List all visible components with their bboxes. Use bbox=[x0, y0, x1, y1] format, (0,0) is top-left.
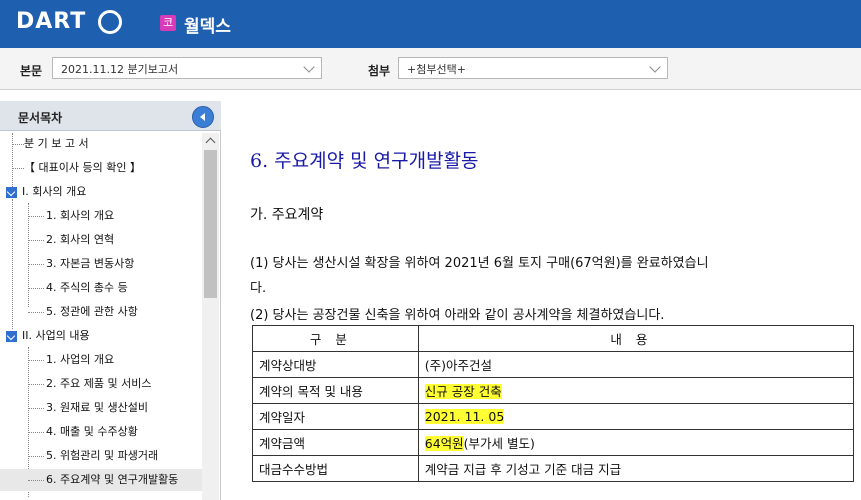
app-header: DART 코 월덱스 bbox=[0, 0, 861, 48]
collapse-sidebar-button[interactable] bbox=[192, 106, 214, 128]
toc-item-label: 1. 사업의 개요 bbox=[46, 353, 115, 366]
toc-sidebar: 문서목차 분 기 보 고 서 【 대표이사 등의 확인 】 I. 회사의 개요 … bbox=[0, 101, 221, 500]
toc-item-company-overview-section[interactable]: I. 회사의 개요 bbox=[0, 181, 202, 203]
scroll-up-arrow-icon[interactable] bbox=[202, 133, 219, 149]
toc-item-label: I. 회사의 개요 bbox=[22, 185, 87, 198]
toc-item-label: 4. 매출 및 수주상황 bbox=[46, 425, 138, 438]
toc-item-products-services[interactable]: 2. 주요 제품 및 서비스 bbox=[0, 373, 202, 395]
table-cell-label: 대금수수방법 bbox=[252, 455, 419, 482]
table-cell-value: 2021. 11. 05 bbox=[417, 403, 855, 430]
paragraph-1-line-1: (1) 당사는 생산시설 확장을 위하여 2021년 6월 토지 구매(67억원… bbox=[250, 256, 709, 271]
highlighted-text: 64억원 bbox=[424, 436, 464, 451]
toc-item-sales-orders[interactable]: 4. 매출 및 수주상황 bbox=[0, 421, 202, 443]
toc-item-label: 분 기 보 고 서 bbox=[24, 137, 89, 150]
table-cell-label: 계약금액 bbox=[252, 429, 419, 456]
toc-item-label: 6. 주요계약 및 연구개발활동 bbox=[46, 473, 179, 486]
chevron-left-icon bbox=[200, 113, 205, 121]
paragraph-2: (2) 당사는 공장건물 신축을 위하여 아래와 같이 공사계약을 체결하였습니… bbox=[250, 308, 665, 323]
table-row: 대금수수방법 계약금 지급 후 기성고 기준 대금 지급 bbox=[252, 455, 855, 482]
table-header-category: 구분 bbox=[252, 325, 419, 352]
table-cell-label: 계약일자 bbox=[252, 403, 419, 430]
dart-logo[interactable]: DART bbox=[16, 9, 86, 34]
highlighted-text: 2021. 11. 05 bbox=[424, 409, 505, 424]
toc-item-label: 【 대표이사 등의 확인 】 bbox=[24, 161, 141, 174]
toc-item-major-contracts-rnd[interactable]: 6. 주요계약 및 연구개발활동 bbox=[0, 469, 202, 491]
toc-item-label: 1. 회사의 개요 bbox=[46, 209, 115, 222]
expand-toggle-icon[interactable] bbox=[6, 187, 17, 198]
toc-item-total-shares[interactable]: 4. 주식의 총수 등 bbox=[0, 277, 202, 299]
toc-item-label: 3. 자본금 변동사항 bbox=[46, 257, 135, 270]
chevron-down-icon bbox=[649, 61, 661, 73]
table-cell-label: 계약의 목적 및 내용 bbox=[252, 377, 419, 404]
toc-item-ceo-confirmation[interactable]: 【 대표이사 등의 확인 】 bbox=[0, 157, 202, 179]
toc-item-business-section[interactable]: II. 사업의 내용 bbox=[0, 325, 202, 347]
toc-item-business-overview[interactable]: 1. 사업의 개요 bbox=[0, 349, 202, 371]
plain-text: (부가세 별도) bbox=[463, 436, 535, 451]
dart-logo-mark bbox=[98, 10, 122, 34]
table-header-content: 내용 bbox=[417, 325, 855, 352]
chevron-down-icon bbox=[303, 61, 315, 73]
toc-tree: 분 기 보 고 서 【 대표이사 등의 확인 】 I. 회사의 개요 1. 회사… bbox=[0, 133, 202, 500]
toc-scrollbar[interactable] bbox=[202, 133, 219, 500]
toc-item-label: 3. 원재료 및 생산설비 bbox=[46, 401, 148, 414]
toc-item-label: 2. 주요 제품 및 서비스 bbox=[46, 377, 152, 390]
attachment-label: 첨부 bbox=[368, 64, 391, 78]
table-cell-value: (주)아주건설 bbox=[417, 351, 855, 378]
toc-item-label: 5. 위험관리 및 파생거래 bbox=[46, 449, 159, 462]
table-row: 계약의 목적 및 내용 신규 공장 건축 bbox=[252, 377, 855, 404]
toc-item-label: II. 사업의 내용 bbox=[22, 329, 90, 342]
toc-item-risk-derivatives[interactable]: 5. 위험관리 및 파생거래 bbox=[0, 445, 202, 467]
table-cell-value: 계약금 지급 후 기성고 기준 대금 지급 bbox=[417, 455, 855, 482]
toc-item-capital-changes[interactable]: 3. 자본금 변동사항 bbox=[0, 253, 202, 275]
toc-item-raw-materials[interactable]: 3. 원재료 및 생산설비 bbox=[0, 397, 202, 419]
toc-item-label: 2. 회사의 연혁 bbox=[46, 233, 115, 246]
company-name: 월덱스 bbox=[184, 17, 231, 37]
toc-item-label: 4. 주식의 총수 등 bbox=[46, 281, 128, 294]
table-row: 계약상대방 (주)아주건설 bbox=[252, 351, 855, 378]
toc-item-company-history[interactable]: 2. 회사의 연혁 bbox=[0, 229, 202, 251]
main-report-value: 2021.11.12 분기보고서 bbox=[61, 63, 179, 76]
table-cell-label: 계약상대방 bbox=[252, 351, 419, 378]
toc-item-label: 5. 정관에 관한 사항 bbox=[46, 305, 138, 318]
toc-item-articles-of-incorporation[interactable]: 5. 정관에 관한 사항 bbox=[0, 301, 202, 323]
toc-title: 문서목차 bbox=[18, 111, 63, 125]
table-header-row: 구분 내용 bbox=[252, 325, 855, 352]
subsection-heading: 가. 주요계약 bbox=[250, 207, 324, 223]
highlighted-text: 신규 공장 건축 bbox=[424, 384, 502, 399]
toc-header: 문서목차 bbox=[0, 101, 221, 131]
company-market-badge: 코 bbox=[160, 15, 176, 31]
document-viewer: 6. 주요계약 및 연구개발활동 가. 주요계약 (1) 당사는 생산시설 확장… bbox=[232, 101, 861, 500]
expand-toggle-icon[interactable] bbox=[6, 331, 17, 342]
attachment-value: +첨부선택+ bbox=[407, 63, 466, 76]
report-toolbar: 본문 2021.11.12 분기보고서 첨부 +첨부선택+ bbox=[0, 48, 861, 90]
table-cell-value: 신규 공장 건축 bbox=[417, 377, 855, 404]
table-row: 계약일자 2021. 11. 05 bbox=[252, 403, 855, 430]
paragraph-1-line-2: 다. bbox=[250, 281, 267, 296]
toc-item-report[interactable]: 분 기 보 고 서 bbox=[0, 133, 202, 155]
table-cell-value: 64억원(부가세 별도) bbox=[417, 429, 855, 456]
table-row: 계약금액 64억원(부가세 별도) bbox=[252, 429, 855, 456]
attachment-select[interactable]: +첨부선택+ bbox=[398, 57, 668, 79]
main-report-select[interactable]: 2021.11.12 분기보고서 bbox=[52, 57, 322, 79]
scrollbar-thumb[interactable] bbox=[204, 150, 217, 298]
contract-table: 구분 내용 계약상대방 (주)아주건설 계약의 목적 및 내용 신규 공장 건축… bbox=[252, 325, 855, 482]
toc-item-company-overview[interactable]: 1. 회사의 개요 bbox=[0, 205, 202, 227]
section-title: 6. 주요계약 및 연구개발활동 bbox=[250, 150, 479, 172]
main-report-label: 본문 bbox=[20, 64, 43, 78]
